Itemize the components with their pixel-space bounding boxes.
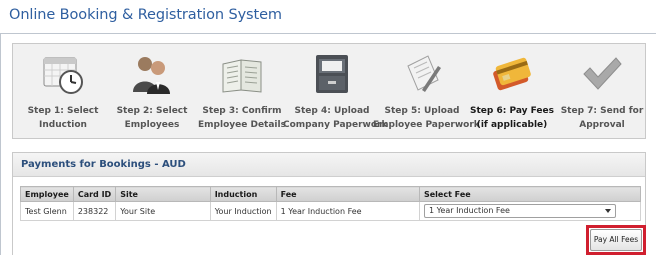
wizard-step-2[interactable]: Step 2: Select Employees (109, 44, 195, 140)
credit-cards-icon (493, 57, 531, 91)
card-id-cell: 238322 (72, 201, 117, 221)
step-label: Step 4: Upload Company Paperwork (283, 106, 388, 130)
wizard-step-4[interactable]: Step 4: Upload Company Paperwork (283, 44, 387, 140)
table-row: Test Glenn 238322 Your Site Your Inducti… (20, 201, 642, 221)
step-label: Step 1: Select Induction (27, 106, 99, 130)
wizard-step-5[interactable]: Step 5: Upload Employee Paperwork (373, 44, 480, 140)
select-fee-dropdown[interactable]: 1 Year Induction Fee (423, 204, 616, 218)
step-label: Step 7: Send for Approval (560, 106, 644, 130)
column-header-fee[interactable]: Fee (275, 186, 420, 202)
fee-cell: 1 Year Induction Fee (275, 201, 420, 221)
chevron-down-icon (604, 209, 611, 213)
open-book-icon (222, 59, 262, 93)
step-label: Step 2: Select Employees (116, 106, 188, 130)
select-fee-cell: 1 Year Induction Fee (418, 201, 642, 221)
step-label: Step 3: Confirm Employee Details (198, 106, 286, 130)
column-header-card-id[interactable]: Card ID (72, 186, 117, 202)
calendar-clock-icon (43, 57, 83, 94)
employee-cell: Test Glenn (20, 201, 74, 221)
step-label: Step 6: Pay Fees (if applicable) (470, 106, 554, 130)
wizard-step-7[interactable]: Step 7: Send for Approval (559, 44, 645, 140)
filing-cabinet-icon (316, 55, 348, 93)
column-header-select-fee[interactable]: Select Fee (418, 186, 642, 202)
pay-all-fees-button[interactable]: Pay All Fees (590, 229, 642, 251)
column-header-employee[interactable]: Employee (20, 186, 74, 202)
column-header-induction[interactable]: Induction (209, 186, 277, 202)
induction-cell: Your Induction (209, 201, 277, 221)
wizard-steps-panel: Step 1: Select Induction Step 2: Select Em… (12, 43, 646, 139)
wizard-step-6[interactable]: Step 6: Pay Fees (if applicable) (469, 44, 555, 140)
document-pen-icon (407, 55, 441, 92)
wizard-step-1[interactable]: Step 1: Select Induction (20, 44, 106, 140)
app-title: Online Booking & Registration System (9, 7, 282, 23)
column-header-site[interactable]: Site (115, 186, 211, 202)
payments-panel: Payments for Bookings - AUD Employee Car… (12, 152, 646, 255)
bookings-table: Employee Card ID Site Induction Fee Sele… (20, 186, 642, 221)
step-label: Step 5: Upload Employee Paperwork (373, 106, 480, 130)
checkmark-icon (583, 57, 622, 90)
wizard-step-3[interactable]: Step 3: Confirm Employee Details (198, 44, 286, 140)
site-cell: Your Site (115, 201, 211, 221)
table-header-row: Employee Card ID Site Induction Fee Sele… (20, 186, 642, 202)
payments-panel-title: Payments for Bookings - AUD (13, 153, 645, 177)
people-icon (133, 57, 170, 94)
select-fee-value: 1 Year Induction Fee (428, 206, 510, 215)
